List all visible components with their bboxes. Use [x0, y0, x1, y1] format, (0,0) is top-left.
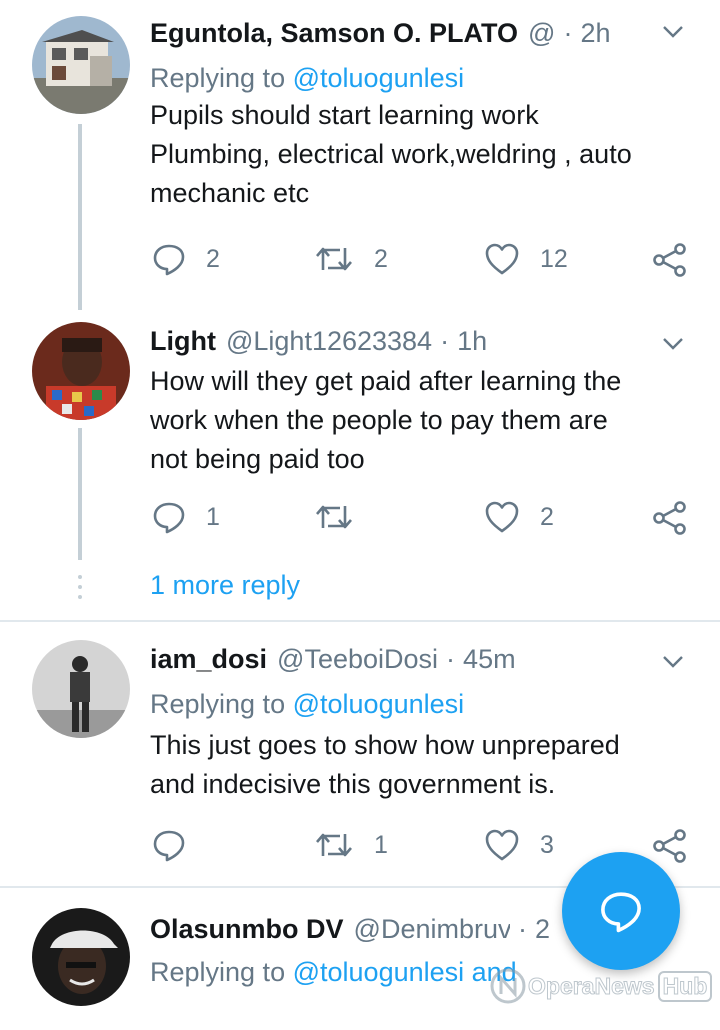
- share-button[interactable]: [652, 500, 688, 536]
- separator-dot: ·: [440, 326, 450, 356]
- retweet-count: 2: [374, 244, 388, 273]
- handle[interactable]: @TeeboiDosi: [277, 642, 438, 676]
- display-name[interactable]: Olasunmbo DV: [150, 912, 344, 946]
- chevron-down-icon[interactable]: [660, 18, 686, 44]
- share-icon: [653, 501, 686, 535]
- operanews-logo-icon: [490, 968, 526, 1004]
- retweet-icon: [316, 833, 352, 857]
- tweet[interactable]: iam_dosi @TeeboiDosi · 45m Replying to @…: [0, 622, 720, 886]
- like-count: 12: [540, 244, 568, 273]
- timestamp[interactable]: 45m: [463, 642, 516, 676]
- reply-button[interactable]: 1: [152, 500, 220, 534]
- reply-icon: [153, 244, 185, 276]
- handle[interactable]: @Denimbruv: [354, 912, 510, 946]
- tweet[interactable]: Light @Light12623384 · 1h How will they …: [0, 310, 720, 560]
- tweet[interactable]: Eguntola, Samson O. PLATO @ · 2h Replyin…: [0, 0, 720, 310]
- watermark-hub: Hub: [657, 970, 713, 1002]
- like-icon: [485, 829, 519, 861]
- avatar[interactable]: [32, 322, 130, 420]
- tweet-text: Pupils should start learning work Plumbi…: [150, 100, 632, 208]
- share-icon: [653, 829, 686, 863]
- display-name[interactable]: Light: [150, 324, 216, 358]
- separator-dot: ·: [517, 914, 527, 944]
- like-count: 2: [540, 502, 554, 531]
- retweet-button[interactable]: [314, 500, 374, 534]
- timestamp[interactable]: 2: [535, 912, 550, 946]
- share-icon: [653, 243, 686, 277]
- reply-count: 2: [206, 244, 220, 273]
- compose-reply-icon: [601, 892, 641, 933]
- replying-to-label: Replying to: [150, 689, 286, 719]
- mention-link[interactable]: @toluogunlesi: [293, 689, 465, 719]
- reply-icon: [153, 502, 185, 534]
- retweet-icon: [316, 505, 352, 529]
- handle[interactable]: @Light12623384: [226, 324, 432, 358]
- share-button[interactable]: [652, 242, 688, 278]
- retweet-count: 1: [374, 830, 388, 859]
- retweet-button[interactable]: 1: [314, 828, 388, 862]
- thread-line: [78, 124, 82, 310]
- like-button[interactable]: 3: [484, 828, 554, 862]
- compose-reply-button[interactable]: [562, 852, 680, 970]
- thread-line: [78, 428, 82, 560]
- replying-to: Replying to @toluogunlesi: [150, 686, 700, 722]
- mention-link[interactable]: @toluogunlesi and: [293, 957, 517, 987]
- like-count: 3: [540, 830, 554, 859]
- avatar[interactable]: [32, 640, 130, 738]
- reply-button[interactable]: [152, 828, 206, 862]
- mention-link[interactable]: @toluogunlesi: [293, 63, 465, 93]
- retweet-icon: [316, 247, 352, 271]
- like-icon: [485, 501, 519, 533]
- like-icon: [485, 243, 519, 275]
- timestamp[interactable]: 2h: [580, 16, 610, 50]
- timestamp[interactable]: 1h: [457, 324, 487, 358]
- display-name[interactable]: Eguntola, Samson O. PLATO: [150, 16, 518, 50]
- handle[interactable]: @: [528, 16, 555, 50]
- chevron-down-icon[interactable]: [660, 648, 686, 674]
- separator-dot: ·: [563, 18, 573, 48]
- tweet-actions: 2 2 12: [150, 242, 690, 282]
- like-button[interactable]: 12: [484, 242, 568, 276]
- replying-to-label: Replying to: [150, 63, 286, 93]
- share-button[interactable]: [652, 828, 688, 864]
- more-replies-link[interactable]: 1 more reply: [150, 570, 300, 601]
- watermark: OperaNews Hub: [488, 966, 713, 1006]
- replying-to-label: Replying to: [150, 957, 286, 987]
- tweet-text: How will they get paid after learning th…: [150, 366, 622, 474]
- avatar[interactable]: [32, 16, 130, 114]
- retweet-button[interactable]: 2: [314, 242, 388, 276]
- thread-dots: [78, 575, 82, 605]
- avatar[interactable]: [32, 908, 130, 1006]
- chevron-down-icon[interactable]: [660, 330, 686, 356]
- tweet-actions: 1 2: [150, 500, 690, 540]
- watermark-brand: OperaNews: [528, 972, 656, 999]
- like-button[interactable]: 2: [484, 500, 554, 534]
- reply-button[interactable]: 2: [152, 242, 220, 276]
- display-name[interactable]: iam_dosi: [150, 642, 267, 676]
- replying-to: Replying to @toluogunlesi: [150, 60, 700, 96]
- reply-icon: [153, 830, 185, 862]
- separator-dot: ·: [446, 644, 456, 674]
- tweet-text: This just goes to show how unprepared an…: [150, 730, 620, 799]
- reply-count: 1: [206, 502, 220, 531]
